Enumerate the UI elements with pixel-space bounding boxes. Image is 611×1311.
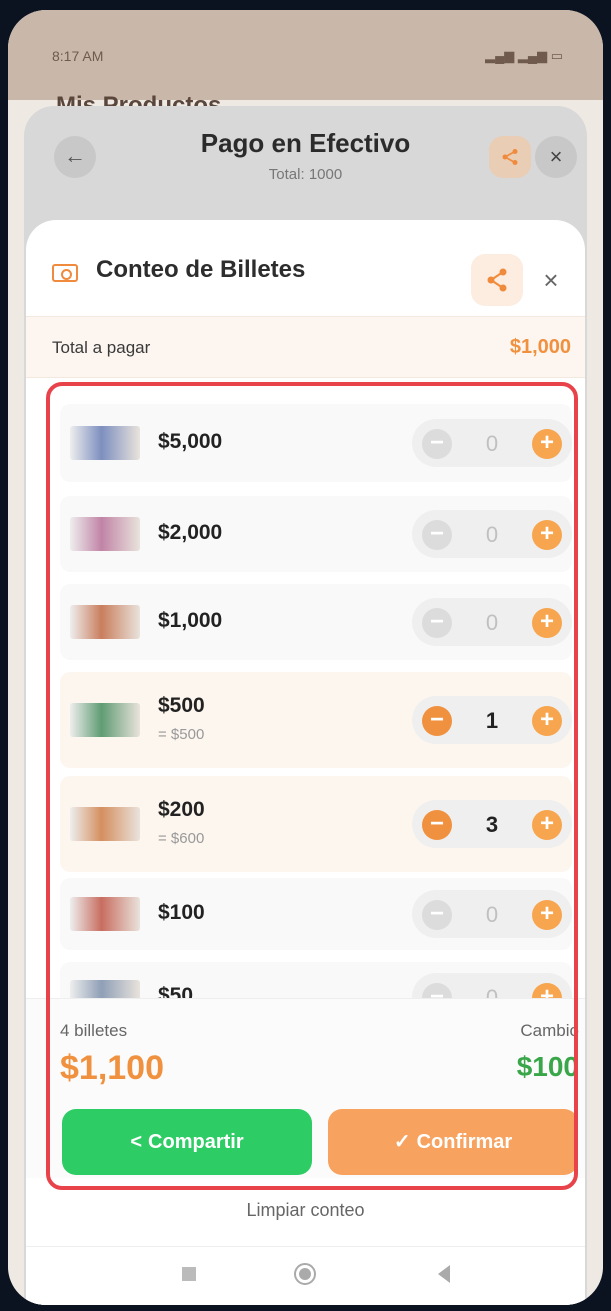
bill-denomination: $2,000 <box>158 521 223 544</box>
bill-count-stepper: −0 + <box>412 890 572 938</box>
phone-screen: 8:17 AM ▂▄▆ ▂▄▆ ▭ Mis Productos ← Pago e… <box>8 10 603 1305</box>
total-to-pay-row: Total a pagar $1,000 <box>26 316 585 378</box>
bill-count-stepper: −0 + <box>412 598 572 646</box>
confirmar-button[interactable]: ✓ Confirmar <box>328 1109 578 1175</box>
bill-row: $2,000 −0 + <box>60 496 572 572</box>
total-value: $1,000 <box>509 336 571 358</box>
share-icon <box>502 149 518 165</box>
change-label: Cambio <box>520 1021 579 1040</box>
bill-denomination: $5,000 <box>158 430 223 453</box>
close-button[interactable]: × <box>531 254 571 306</box>
increment-button[interactable]: + <box>532 810 562 840</box>
bill-row: $500 = $500 −1 + <box>60 672 572 768</box>
banknote-image <box>70 980 140 998</box>
increment-button[interactable]: + <box>532 429 562 459</box>
compartir-button[interactable]: < Compartir <box>62 1109 312 1175</box>
sheet-title: Conteo de Billetes <box>96 256 306 283</box>
bill-subtotal: = $600 <box>158 830 205 847</box>
total-label: Total a pagar <box>52 338 151 357</box>
bill-count-stepper: −1 + <box>412 696 572 744</box>
check-icon: ✓ <box>393 1131 411 1153</box>
system-nav-bar <box>26 1246 585 1305</box>
banknote-image <box>70 703 140 737</box>
bill-subtotal: = $500 <box>158 726 205 743</box>
payment-share-button[interactable] <box>489 136 531 178</box>
bills-count: 4 billetes <box>60 1021 128 1040</box>
bill-row: $100 −0 + <box>60 878 572 950</box>
bill-count-sheet: Conteo de Billetes × Total a pagar $1,00… <box>26 220 585 1305</box>
increment-button[interactable]: + <box>532 608 562 638</box>
cash-icon <box>52 264 78 282</box>
banknote-image <box>70 426 140 460</box>
banknote-image <box>70 605 140 639</box>
change-value: $100 <box>516 1051 579 1082</box>
payment-close-button[interactable]: × <box>535 136 577 178</box>
bill-denomination: $200 <box>158 798 205 821</box>
bill-denomination: $50 <box>158 984 194 998</box>
increment-button[interactable]: + <box>532 900 562 930</box>
share-icon: < <box>130 1131 143 1153</box>
bill-denomination: $100 <box>158 901 205 924</box>
bill-denomination: $1,000 <box>158 609 223 632</box>
clear-count-link[interactable]: Limpiar conteo <box>26 1200 585 1221</box>
bill-count-stepper: −0 + <box>412 973 572 998</box>
increment-button[interactable]: + <box>532 520 562 550</box>
compartir-label: Compartir <box>148 1131 244 1153</box>
share-icon <box>487 268 507 292</box>
status-bar: 8:17 AM ▂▄▆ ▂▄▆ ▭ <box>8 10 603 100</box>
bill-row: $1,000 −0 + <box>60 584 572 660</box>
bill-count-stepper: −0 + <box>412 419 572 467</box>
bill-row: $5,000 −0 + <box>60 404 572 482</box>
banknote-image <box>70 897 140 931</box>
bill-row: $50 −0 + <box>60 962 572 998</box>
bill-count-stepper: −3 + <box>412 800 572 848</box>
home-icon[interactable] <box>294 1263 316 1285</box>
status-time: 8:17 AM <box>52 48 104 64</box>
bill-count-stepper: −0 + <box>412 510 572 558</box>
back-nav-icon[interactable] <box>438 1265 450 1283</box>
sheet-header: Conteo de Billetes × <box>26 220 585 316</box>
status-icons: ▂▄▆ ▂▄▆ ▭ <box>485 48 563 63</box>
banknote-image <box>70 807 140 841</box>
increment-button[interactable]: + <box>532 706 562 736</box>
bills-total: $1,100 <box>60 1049 164 1087</box>
recents-icon[interactable] <box>182 1267 196 1281</box>
share-button[interactable] <box>471 254 523 306</box>
banknote-image <box>70 517 140 551</box>
bill-row: $200 = $600 −3 + <box>60 776 572 872</box>
bill-denomination: $500 <box>158 694 205 717</box>
bill-list: $5,000 −0 + $2,000 −0 + $1,000 −0 + $500 = $500 −1 +… <box>26 392 585 998</box>
confirmar-label: Confirmar <box>416 1131 513 1153</box>
